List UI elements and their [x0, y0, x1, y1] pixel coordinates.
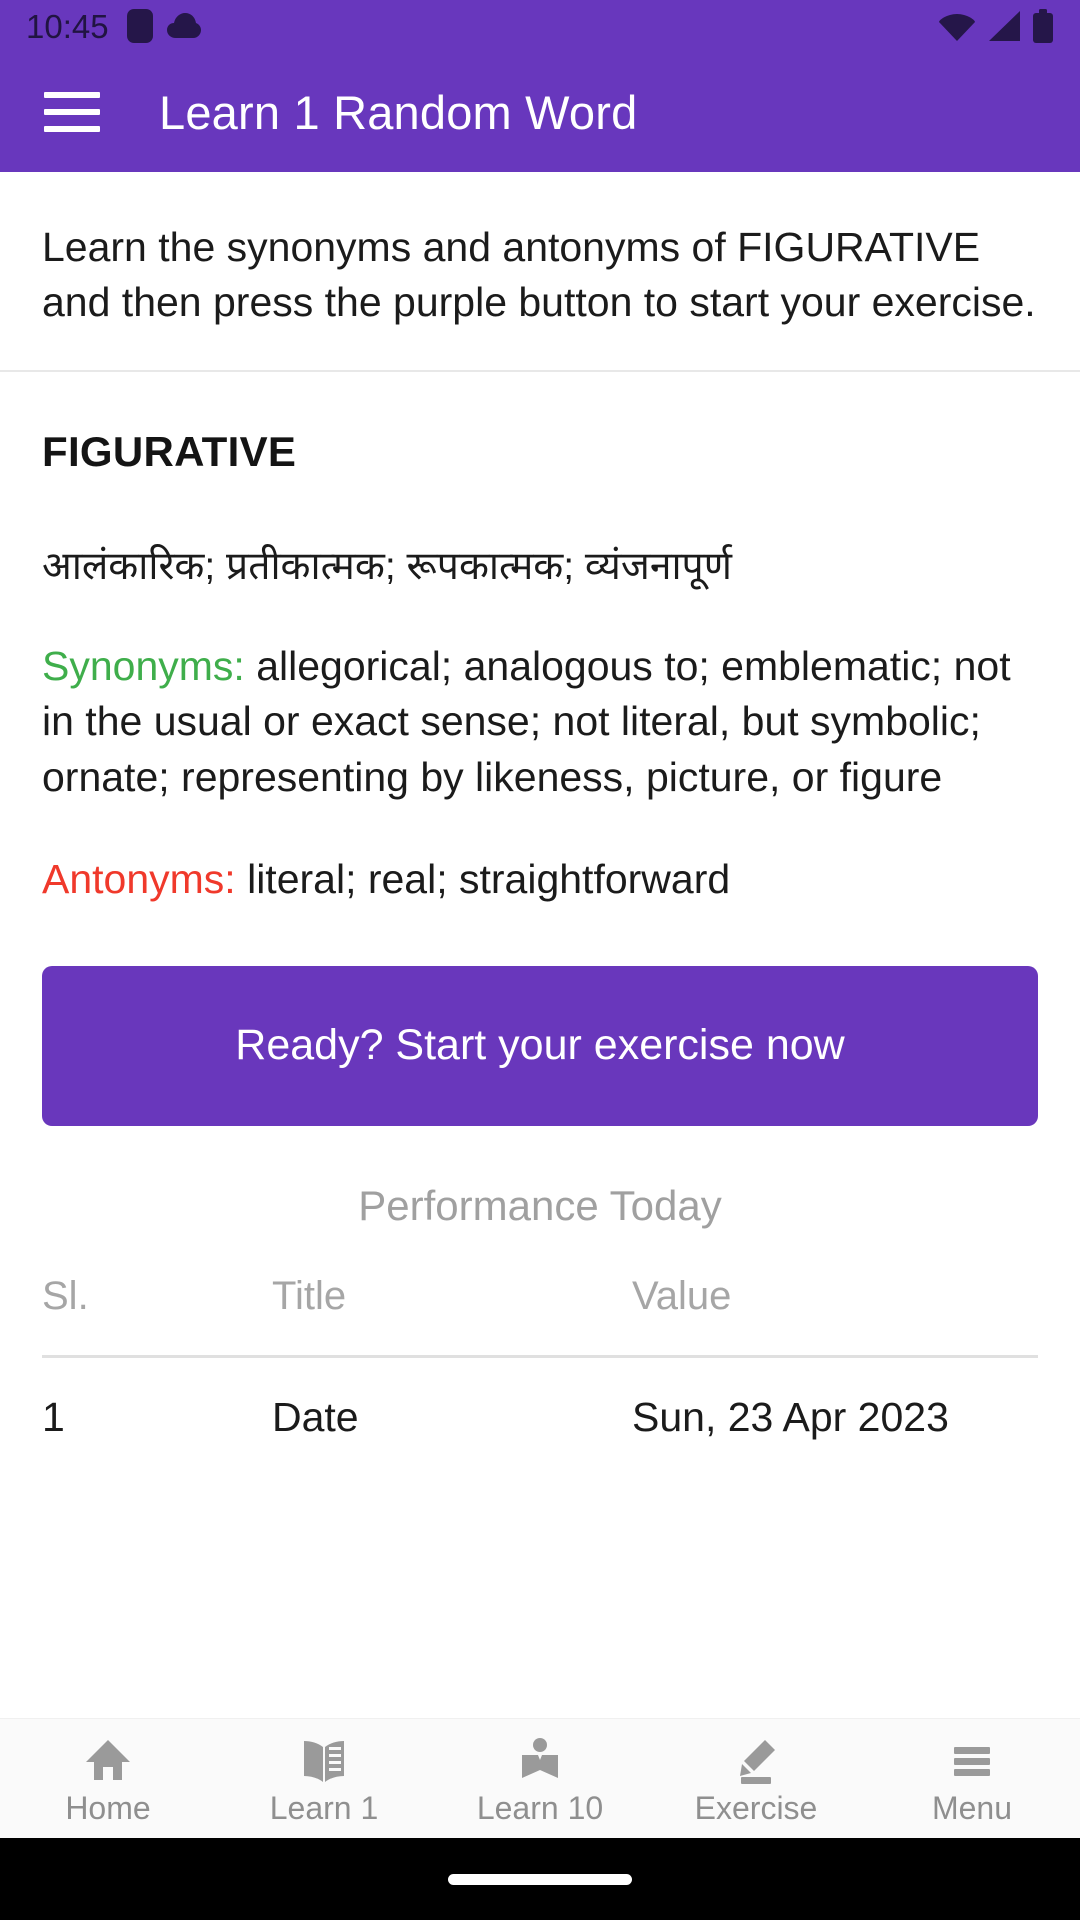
nav-item-exercise[interactable]: Exercise	[648, 1719, 864, 1839]
nav-label-home: Home	[65, 1789, 151, 1826]
start-exercise-button-label: Ready? Start your exercise now	[235, 1021, 845, 1070]
cell-value: Sun, 23 Apr 2023	[632, 1393, 949, 1440]
antonyms-paragraph: Antonyms: literal; real; straightforward	[42, 852, 1038, 908]
cell-sl: 1	[42, 1393, 65, 1440]
synonyms-paragraph: Synonyms: allegorical; analogous to; emb…	[42, 639, 1038, 806]
table-row: 1 Date Sun, 23 Apr 2023	[42, 1356, 1038, 1441]
nav-item-menu[interactable]: Menu	[864, 1719, 1080, 1839]
gesture-home-pill[interactable]	[448, 1873, 632, 1885]
status-clock: 10:45	[26, 7, 109, 45]
start-exercise-button[interactable]: Ready? Start your exercise now	[42, 965, 1038, 1126]
antonyms-label: Antonyms:	[42, 855, 236, 902]
performance-table-body: 1 Date Sun, 23 Apr 2023	[42, 1356, 1038, 1441]
cellular-signal-icon	[989, 11, 1020, 41]
cell-title: Date	[272, 1393, 359, 1440]
nav-label-menu: Menu	[931, 1789, 1013, 1826]
gesture-navigation-area	[0, 1838, 1080, 1920]
performance-table: Sl. Title Value 1 Date Sun, 23 Apr 2023	[42, 1266, 1038, 1441]
instruction-text: Learn the synonyms and antonyms of FIGUR…	[42, 224, 1036, 325]
nav-item-home[interactable]: Home	[0, 1719, 216, 1839]
page-title: Learn 1 Random Word	[159, 85, 638, 139]
pencil-edit-icon	[730, 1734, 782, 1786]
performance-heading: Performance Today	[358, 1181, 722, 1229]
open-book-icon	[298, 1734, 350, 1786]
column-header-title: Title	[272, 1273, 347, 1318]
performance-table-head: Sl. Title Value	[42, 1266, 1038, 1357]
nav-item-learn-10[interactable]: Learn 10	[432, 1719, 648, 1839]
cloud-icon	[166, 13, 201, 39]
hamburger-line	[44, 92, 100, 98]
column-header-value: Value	[632, 1273, 732, 1318]
performance-table-header-row: Sl. Title Value	[42, 1266, 1038, 1357]
main-content: Learn the synonyms and antonyms of FIGUR…	[0, 172, 1080, 1718]
nav-item-learn-1[interactable]: Learn 1	[216, 1719, 432, 1839]
wifi-icon	[939, 14, 975, 41]
square-badge-icon	[126, 9, 153, 43]
app-bar: Learn 1 Random Word	[0, 52, 1080, 172]
translation-text: आलंकारिक; प्रतीकात्मक; रूपकात्मक; व्यंजन…	[42, 544, 732, 588]
hamburger-menu-icon	[946, 1734, 998, 1786]
nav-label-learn-10: Learn 10	[476, 1789, 604, 1826]
hamburger-line	[44, 109, 100, 115]
word-block: FIGURATIVE आलंकारिक; प्रतीकात्मक; रूपकात…	[0, 372, 1080, 908]
antonyms-text: literal; real; straightforward	[235, 855, 731, 902]
word-heading: FIGURATIVE	[42, 427, 297, 475]
hamburger-line	[44, 126, 100, 132]
hamburger-menu-icon[interactable]	[44, 86, 106, 138]
home-icon	[82, 1734, 134, 1786]
status-left-icon-group	[126, 9, 201, 43]
battery-icon	[1033, 9, 1053, 43]
local-library-icon	[514, 1734, 566, 1786]
nav-label-exercise: Exercise	[694, 1789, 818, 1826]
bottom-navigation-bar: Home Learn 1 Learn 10 Exercise Menu	[0, 1718, 1080, 1838]
app-screen: 10:45 Learn 1 Random Word Learn the syno…	[0, 0, 1080, 1920]
status-bar: 10:45	[0, 0, 1080, 52]
instruction-block: Learn the synonyms and antonyms of FIGUR…	[0, 172, 1080, 370]
nav-label-learn-1: Learn 1	[269, 1789, 379, 1826]
status-right-icon-group	[938, 9, 1054, 43]
column-header-sl: Sl.	[42, 1273, 89, 1318]
synonyms-label: Synonyms:	[42, 642, 245, 689]
